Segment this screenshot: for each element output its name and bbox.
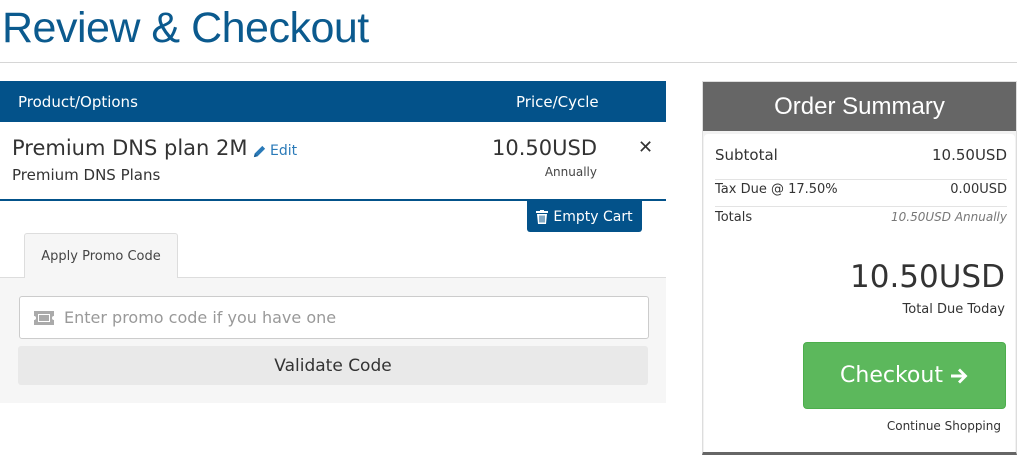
- edit-label: Edit: [270, 143, 298, 159]
- empty-cart-label: Empty Cart: [553, 208, 633, 225]
- title-divider: [0, 62, 1017, 63]
- checkout-button[interactable]: Checkout: [803, 342, 1006, 409]
- total-due-label: Total Due Today: [902, 302, 1005, 317]
- tax-value: 0.00USD: [950, 182, 1007, 197]
- order-summary-body: Subtotal 10.50USD Tax Due @ 17.50% 0.00U…: [704, 134, 1015, 452]
- total-due-amount: 10.50USD: [850, 259, 1005, 295]
- checkout-label: Checkout: [840, 363, 943, 388]
- promo-code-input[interactable]: Enter promo code if you have one: [19, 296, 649, 339]
- totals-row: Totals 10.50USD Annually: [715, 210, 1007, 237]
- edit-product-link[interactable]: Edit: [252, 143, 297, 159]
- promo-placeholder: Enter promo code if you have one: [64, 308, 337, 327]
- product-name: Premium DNS plan 2M: [12, 136, 248, 160]
- subtotal-label: Subtotal: [715, 146, 778, 164]
- cart-table: Product/Options Price/Cycle Premium DNS …: [0, 81, 666, 201]
- order-summary-panel: Order Summary Subtotal 10.50USD Tax Due …: [702, 81, 1017, 455]
- price-cycle-header: Price/Cycle: [516, 92, 599, 111]
- arrow-right-icon: [950, 368, 968, 383]
- validate-code-button[interactable]: Validate Code: [18, 346, 648, 385]
- trash-icon: [536, 209, 549, 224]
- billing-cycle: Annually: [544, 165, 597, 179]
- product-price: 10.50USD: [492, 136, 597, 160]
- order-summary-title: Order Summary: [703, 82, 1016, 131]
- cart-item-row: Premium DNS plan 2M Edit Premium DNS Pla…: [0, 122, 666, 201]
- pencil-icon: [253, 145, 266, 157]
- subtotal-value: 10.50USD: [932, 146, 1007, 164]
- tab-apply-promo-code[interactable]: Apply Promo Code: [24, 233, 178, 278]
- page-title: Review & Checkout: [2, 4, 369, 52]
- tax-row: Tax Due @ 17.50% 0.00USD: [715, 182, 1007, 207]
- product-options-header: Product/Options: [18, 92, 138, 111]
- tax-label: Tax Due @ 17.50%: [715, 182, 838, 197]
- continue-shopping-link[interactable]: Continue Shopping: [887, 419, 1001, 433]
- totals-label: Totals: [715, 210, 753, 225]
- cart-header: Product/Options Price/Cycle: [0, 81, 666, 122]
- ticket-icon: [34, 310, 54, 325]
- empty-cart-button[interactable]: Empty Cart: [527, 201, 642, 232]
- close-icon[interactable]: ✕: [638, 137, 653, 158]
- product-group: Premium DNS Plans: [12, 166, 161, 184]
- subtotal-row: Subtotal 10.50USD: [715, 146, 1007, 180]
- totals-value: 10.50USD Annually: [891, 210, 1007, 224]
